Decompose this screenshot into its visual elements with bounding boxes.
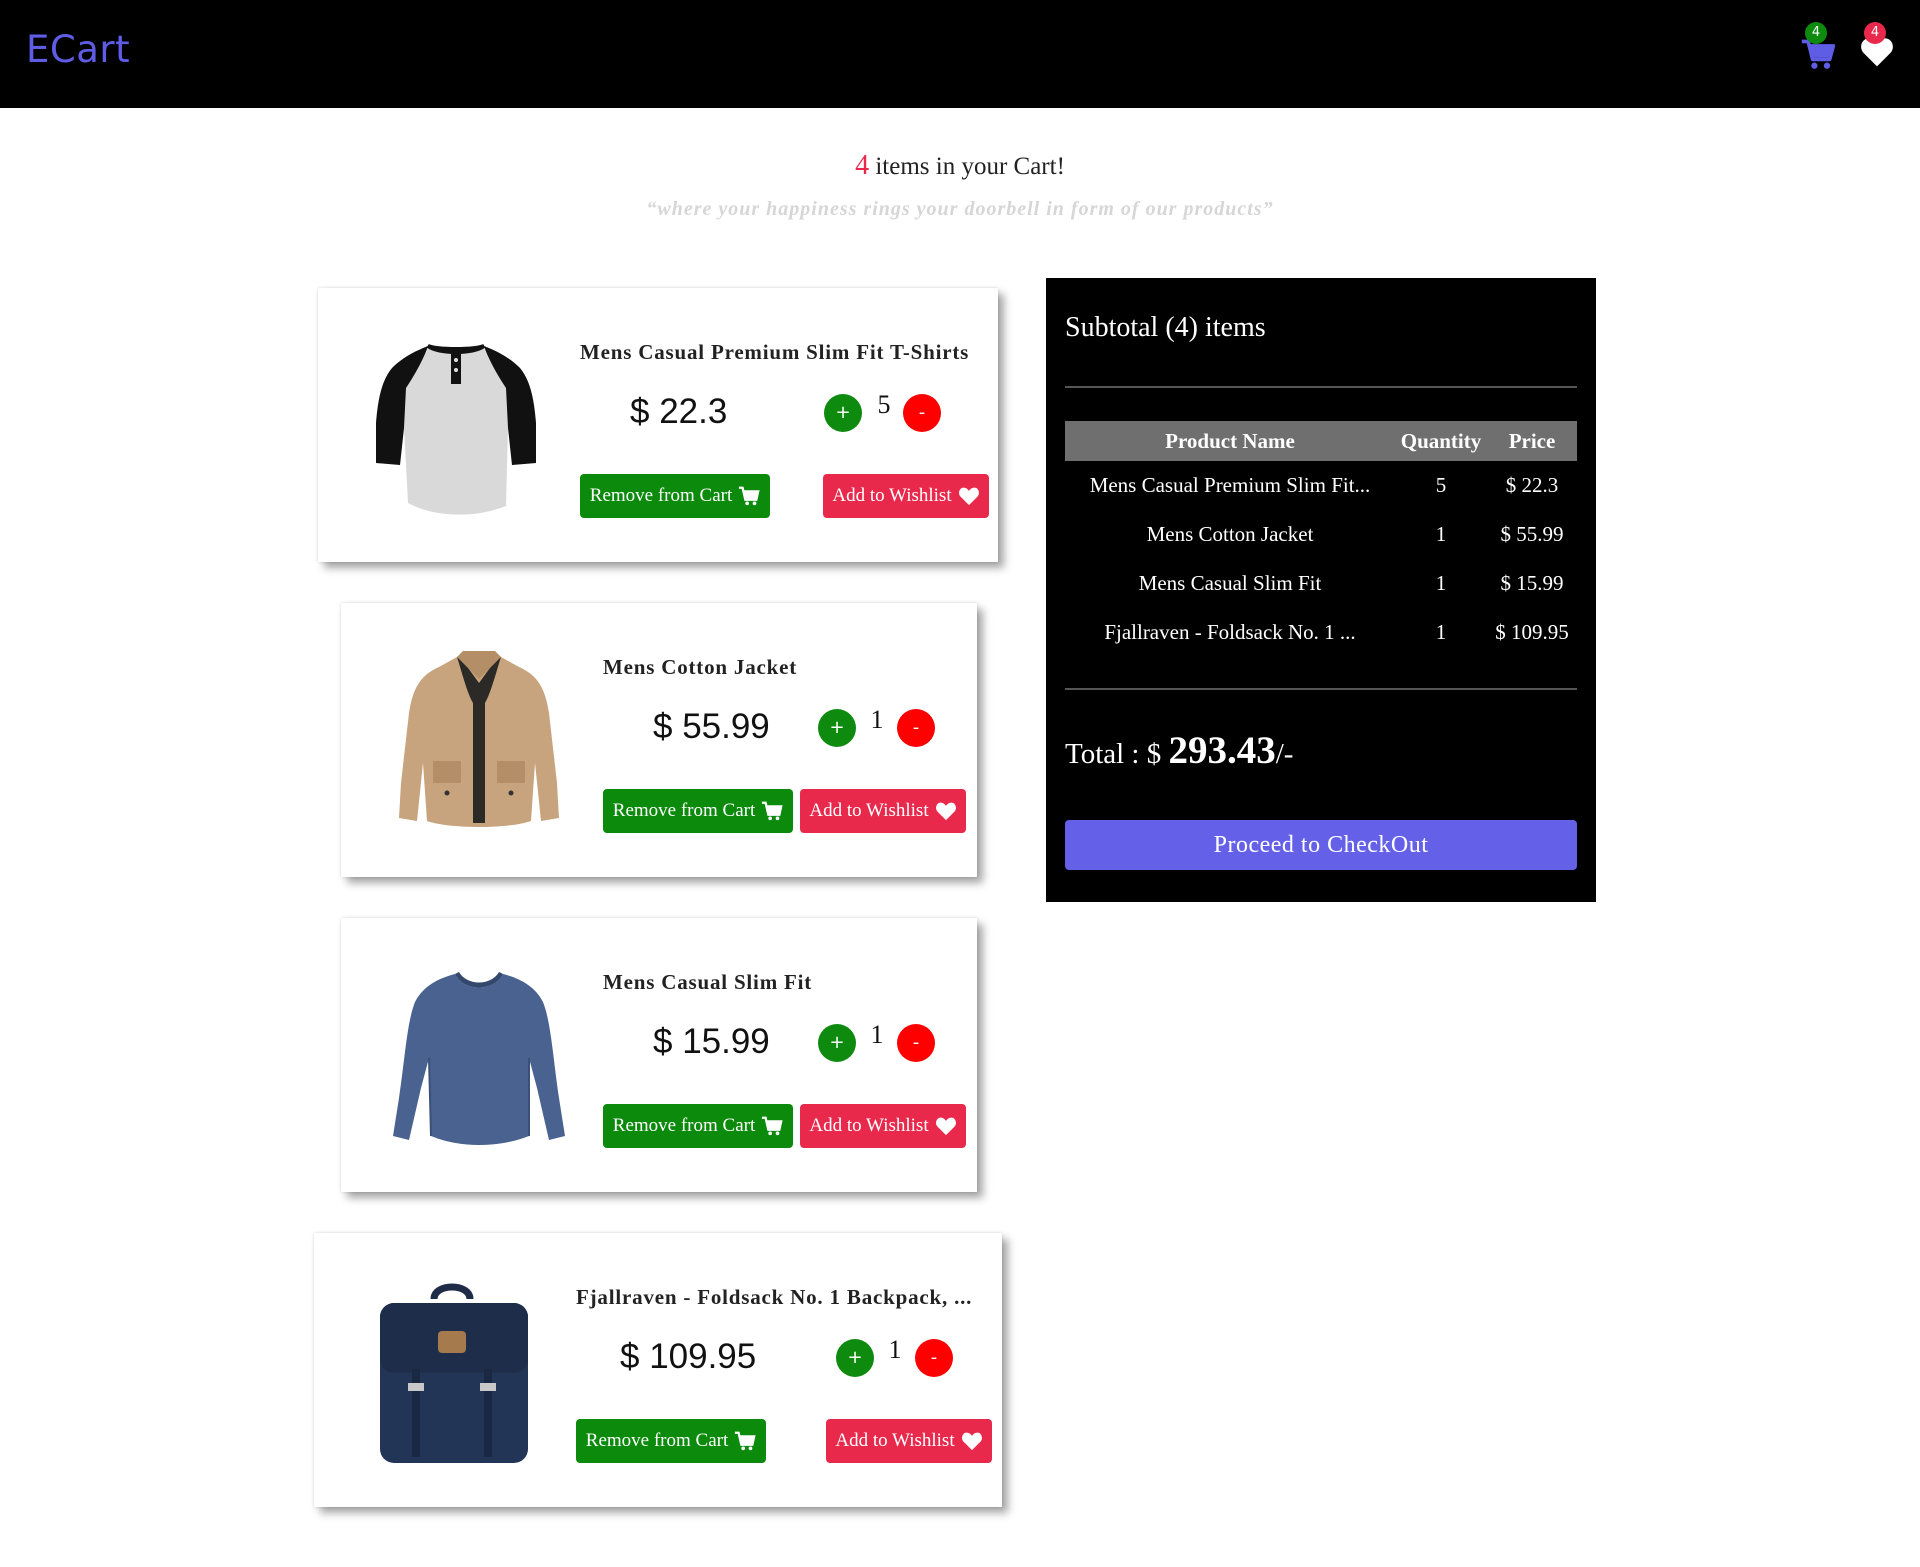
product-price: $ 15.99 xyxy=(653,1022,770,1061)
increase-quantity-button[interactable]: + xyxy=(824,394,862,432)
quantity-value: 1 xyxy=(888,1335,902,1364)
tagline: “where your happiness rings your doorbel… xyxy=(646,198,1274,220)
table-row: Fjallraven - Foldsack No. 1 ... 1 $ 109.… xyxy=(1065,608,1577,657)
column-header: Product Name xyxy=(1065,421,1395,461)
add-to-wishlist-button[interactable]: Add to Wishlist xyxy=(823,474,989,518)
product-title[interactable]: Mens Casual Premium Slim Fit T-Shirts xyxy=(580,340,969,365)
total-label: Total : $ xyxy=(1065,738,1169,770)
sweater-product-image xyxy=(393,972,565,1145)
increase-quantity-button[interactable]: + xyxy=(836,1339,874,1377)
decrease-quantity-button[interactable]: - xyxy=(897,1024,935,1062)
shopping-cart-icon xyxy=(735,1431,756,1451)
decrease-quantity-button[interactable]: - xyxy=(903,394,941,432)
remove-from-cart-button[interactable]: Remove from Cart xyxy=(576,1419,766,1463)
cart-item-count: 4 xyxy=(855,150,870,181)
tshirt-product-image xyxy=(376,344,536,515)
table-cell: $ 22.3 xyxy=(1505,473,1559,497)
table-cell: Mens Casual Premium Slim Fit... xyxy=(1089,473,1371,497)
summary-table-header: Product Name Quantity Price xyxy=(1065,421,1577,461)
wishlist-count-badge: 4 xyxy=(1864,22,1886,44)
backpack-product-image xyxy=(380,1283,528,1463)
remove-from-cart-label: Remove from Cart xyxy=(585,1430,729,1451)
remove-from-cart-button[interactable]: Remove from Cart xyxy=(580,474,770,518)
decrease-quantity-button[interactable]: - xyxy=(915,1339,953,1377)
navbar: ECart 4 4 xyxy=(0,0,1920,108)
table-row: Mens Casual Slim Fit 1 $ 15.99 xyxy=(1065,559,1577,608)
product-title[interactable]: Mens Casual Slim Fit xyxy=(603,970,812,995)
cart-item-card: Mens Casual Premium Slim Fit T-Shirts $ … xyxy=(318,288,998,562)
remove-from-cart-label: Remove from Cart xyxy=(612,800,756,821)
heart-icon xyxy=(961,1432,982,1451)
shopping-cart-icon xyxy=(762,1116,783,1136)
decrease-quantity-button[interactable]: - xyxy=(897,709,935,747)
shopping-cart-icon xyxy=(739,486,760,506)
table-cell: 1 xyxy=(1435,620,1447,644)
divider xyxy=(1065,386,1577,388)
table-row: Mens Casual Premium Slim Fit... 5 $ 22.3 xyxy=(1065,461,1577,510)
cart-count-badge: 4 xyxy=(1805,22,1827,44)
column-header: Price xyxy=(1487,421,1577,461)
heart-icon xyxy=(935,1117,956,1136)
remove-from-cart-button[interactable]: Remove from Cart xyxy=(603,1104,793,1148)
cart-item-card: Mens Cotton Jacket $ 55.99 + 1 - Remove … xyxy=(341,603,977,877)
add-to-wishlist-button[interactable]: Add to Wishlist xyxy=(800,1104,966,1148)
product-title[interactable]: Mens Cotton Jacket xyxy=(603,655,797,680)
add-to-wishlist-label: Add to Wishlist xyxy=(809,800,929,821)
product-price: $ 109.95 xyxy=(620,1337,757,1376)
table-cell: $ 55.99 xyxy=(1500,522,1564,546)
total-amount: Total : $ 293.43/- xyxy=(1065,728,1293,773)
heart-icon xyxy=(958,487,979,506)
summary-table: Product Name Quantity Price Mens Casual … xyxy=(1065,421,1577,657)
subtotal-title: Subtotal (4) items xyxy=(1065,312,1266,343)
brand-logo[interactable]: ECart xyxy=(26,28,130,71)
table-cell: 5 xyxy=(1435,473,1447,497)
total-value: 293.43 xyxy=(1168,729,1276,772)
add-to-wishlist-label: Add to Wishlist xyxy=(809,1115,929,1136)
cart-item-card: Fjallraven - Foldsack No. 1 Backpack, ..… xyxy=(314,1233,1002,1507)
quantity-value: 1 xyxy=(870,1020,884,1049)
table-cell: 1 xyxy=(1435,522,1447,546)
column-header: Quantity xyxy=(1395,421,1487,461)
cart-headline: 4 items in your Cart! xyxy=(0,150,1920,182)
proceed-to-checkout-button[interactable]: Proceed to CheckOut xyxy=(1065,820,1577,870)
product-price: $ 22.3 xyxy=(630,392,728,431)
table-cell: 1 xyxy=(1435,571,1447,595)
table-cell: Mens Cotton Jacket xyxy=(1146,522,1314,546)
divider xyxy=(1065,688,1577,690)
quantity-value: 1 xyxy=(870,705,884,734)
table-row: Mens Cotton Jacket 1 $ 55.99 xyxy=(1065,510,1577,559)
add-to-wishlist-button[interactable]: Add to Wishlist xyxy=(800,789,966,833)
quantity-value: 5 xyxy=(877,390,891,419)
remove-from-cart-button[interactable]: Remove from Cart xyxy=(603,789,793,833)
table-cell: Mens Casual Slim Fit xyxy=(1138,571,1322,595)
cart-item-card: Mens Casual Slim Fit $ 15.99 + 1 - Remov… xyxy=(341,918,977,1192)
table-cell: $ 109.95 xyxy=(1495,620,1569,644)
jacket-product-image xyxy=(399,651,559,827)
add-to-wishlist-label: Add to Wishlist xyxy=(832,485,952,506)
order-summary-panel: Subtotal (4) items Product Name Quantity… xyxy=(1046,278,1596,902)
cart-headline-text: items in your Cart! xyxy=(869,153,1065,180)
add-to-wishlist-button[interactable]: Add to Wishlist xyxy=(826,1419,992,1463)
increase-quantity-button[interactable]: + xyxy=(818,1024,856,1062)
product-price: $ 55.99 xyxy=(653,707,770,746)
increase-quantity-button[interactable]: + xyxy=(818,709,856,747)
heart-icon xyxy=(935,802,956,821)
table-cell: Fjallraven - Foldsack No. 1 ... xyxy=(1104,620,1356,644)
remove-from-cart-label: Remove from Cart xyxy=(589,485,733,506)
shopping-cart-icon xyxy=(762,801,783,821)
table-cell: $ 15.99 xyxy=(1500,571,1564,595)
product-title[interactable]: Fjallraven - Foldsack No. 1 Backpack, ..… xyxy=(576,1285,972,1310)
remove-from-cart-label: Remove from Cart xyxy=(612,1115,756,1136)
add-to-wishlist-label: Add to Wishlist xyxy=(835,1430,955,1451)
total-suffix: /- xyxy=(1275,738,1294,770)
